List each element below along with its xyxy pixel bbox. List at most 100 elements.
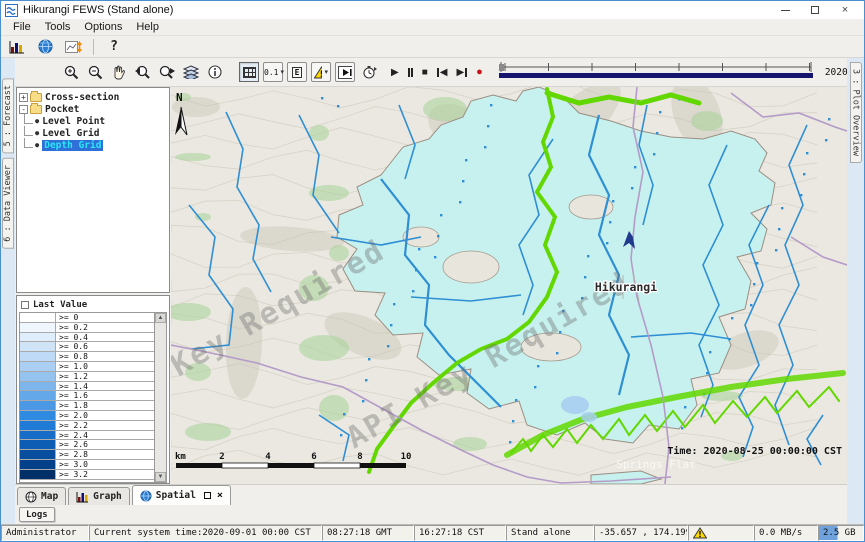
legend-row[interactable]: >= 0.6	[20, 342, 154, 352]
legend-color-swatch	[20, 333, 56, 342]
tree-connector	[24, 138, 33, 148]
time-slider-track[interactable]	[497, 61, 815, 79]
menu-file[interactable]: File	[6, 20, 38, 34]
legend-row[interactable]: >= 1.4	[20, 382, 154, 392]
legend-row-label: >= 0.8	[56, 352, 154, 361]
time-slider[interactable]	[497, 61, 815, 84]
layers-button[interactable]	[181, 62, 201, 82]
tree-item-pocket[interactable]: - Pocket	[18, 103, 168, 115]
legend-row[interactable]: >= 0.2	[20, 323, 154, 333]
legend-row[interactable]: >= 2.0	[20, 411, 154, 421]
movie-icon	[338, 66, 352, 79]
help-button[interactable]: ?	[103, 38, 125, 56]
close-tab-icon[interactable]: ×	[217, 490, 223, 501]
flooded-field	[561, 396, 589, 414]
step-back-button[interactable]: ◀	[437, 67, 448, 78]
pause-icon	[408, 68, 410, 77]
map-view[interactable]: API Key Required API Key Required N km	[171, 87, 847, 484]
time-slider-handle[interactable]	[499, 64, 504, 71]
zoom-previous-button[interactable]	[133, 62, 153, 82]
legend-color-swatch	[20, 313, 56, 322]
legend-button[interactable]: E	[287, 62, 307, 82]
legend-row[interactable]: >= 0.8	[20, 352, 154, 362]
legend-row-label: >= 2.6	[56, 440, 154, 449]
svg-text:4: 4	[265, 452, 271, 462]
legend-row[interactable]: >= 2.8	[20, 450, 154, 460]
tree-item-level-grid[interactable]: ● Level Grid	[18, 127, 168, 139]
hand-icon	[112, 65, 126, 80]
dock-tab-forecast[interactable]: 5 : Forecast	[2, 78, 14, 153]
pause-button[interactable]	[408, 68, 413, 77]
legend-color-swatch	[20, 352, 56, 361]
dock-tab-data-viewer[interactable]: 6 : Data Viewer	[2, 158, 14, 249]
time-series-display-button[interactable]	[62, 38, 84, 56]
close-button[interactable]: ×	[830, 2, 860, 18]
step-back-icon: ◀	[440, 67, 448, 78]
maximize-button[interactable]	[800, 2, 830, 18]
status-user: Administrator	[1, 525, 89, 541]
classbreaks-dropdown[interactable]: 0.1 ▾	[263, 62, 283, 82]
scroll-up-icon[interactable]: ▲	[155, 313, 166, 323]
legend-row[interactable]: >= 1.0	[20, 362, 154, 372]
zoom-next-button[interactable]	[157, 62, 177, 82]
tab-spatial[interactable]: Spatial ×	[132, 485, 231, 505]
menu-help[interactable]: Help	[129, 20, 166, 34]
legend-row[interactable]: >= 3.0	[20, 460, 154, 470]
collapse-icon[interactable]: -	[19, 105, 28, 114]
pan-button[interactable]	[109, 62, 129, 82]
legend-row[interactable]: >= 0	[20, 313, 154, 323]
legend-scrollbar[interactable]: ▲ ▼	[154, 313, 166, 482]
layers-tree: + Cross-section - Pocket ● Level	[16, 87, 170, 293]
menu-tools[interactable]: Tools	[38, 20, 78, 34]
grid-display-button[interactable]	[239, 62, 259, 82]
app-logo-icon	[5, 4, 18, 17]
logs-row: Logs	[15, 505, 847, 524]
legend-row[interactable]: >= 2.6	[20, 440, 154, 450]
thresholds-dropdown[interactable]: ▾	[311, 62, 331, 82]
legend-row[interactable]: >= 3.2	[20, 470, 154, 480]
last-value-checkbox[interactable]	[21, 301, 29, 309]
minimize-button[interactable]	[770, 2, 800, 18]
last-value-option[interactable]: Last Value	[19, 298, 167, 312]
forecast-manager-button[interactable]	[6, 38, 28, 56]
map-canvas[interactable]: API Key Required API Key Required N km	[171, 87, 847, 484]
record-button[interactable]: ●	[476, 66, 483, 78]
tree-item-level-point[interactable]: ● Level Point	[18, 115, 168, 127]
folder-icon	[30, 93, 42, 102]
svg-text:8: 8	[357, 452, 362, 462]
export-animation-button[interactable]	[359, 62, 379, 82]
tree-item-cross-section[interactable]: + Cross-section	[18, 91, 168, 103]
tab-graph[interactable]: Graph	[68, 487, 130, 505]
dock-tab-plot-overview[interactable]: 3 : Plot Overview	[850, 62, 862, 163]
warning-icon	[693, 527, 707, 539]
pause-icon	[411, 68, 413, 77]
tab-map[interactable]: Map	[17, 487, 66, 505]
scroll-down-icon[interactable]: ▼	[155, 472, 166, 482]
legend-row[interactable]: >= 2.2	[20, 421, 154, 431]
tab-label: Graph	[93, 491, 122, 502]
legend-panel: Last Value >= 0>= 0.2>= 0.4>= 0.6>= 0.8>…	[16, 295, 170, 484]
zoom-previous-icon	[135, 65, 151, 80]
legend-row[interactable]: >= 1.6	[20, 391, 154, 401]
tree-item-depth-grid[interactable]: ● Depth Grid	[18, 139, 168, 151]
legend-row[interactable]: >= 1.8	[20, 401, 154, 411]
logs-button[interactable]: Logs	[19, 507, 55, 522]
stop-button[interactable]: ■	[422, 67, 428, 78]
animation-button[interactable]	[335, 62, 355, 82]
expand-icon[interactable]: +	[19, 93, 28, 102]
zoom-in-button[interactable]	[61, 62, 81, 82]
zoom-out-button[interactable]	[85, 62, 105, 82]
legend-row[interactable]: >= 2.4	[20, 431, 154, 441]
play-button[interactable]: ▶	[391, 67, 399, 78]
status-warning-cell[interactable]	[688, 525, 754, 541]
menu-options[interactable]: Options	[77, 20, 129, 34]
status-bar: Administrator Current system time:2020-0…	[1, 524, 864, 541]
legend-row[interactable]: >= 0.4	[20, 333, 154, 343]
info-button[interactable]	[205, 62, 225, 82]
legend-row[interactable]: >= 1.2	[20, 372, 154, 382]
step-forward-button[interactable]: ▶	[456, 67, 467, 78]
left-dock: 5 : Forecast 6 : Data Viewer	[1, 58, 15, 524]
map-display-button[interactable]	[34, 38, 56, 56]
maximize-tab-icon[interactable]	[204, 492, 211, 499]
legend-row-label: >= 2.2	[56, 421, 154, 430]
